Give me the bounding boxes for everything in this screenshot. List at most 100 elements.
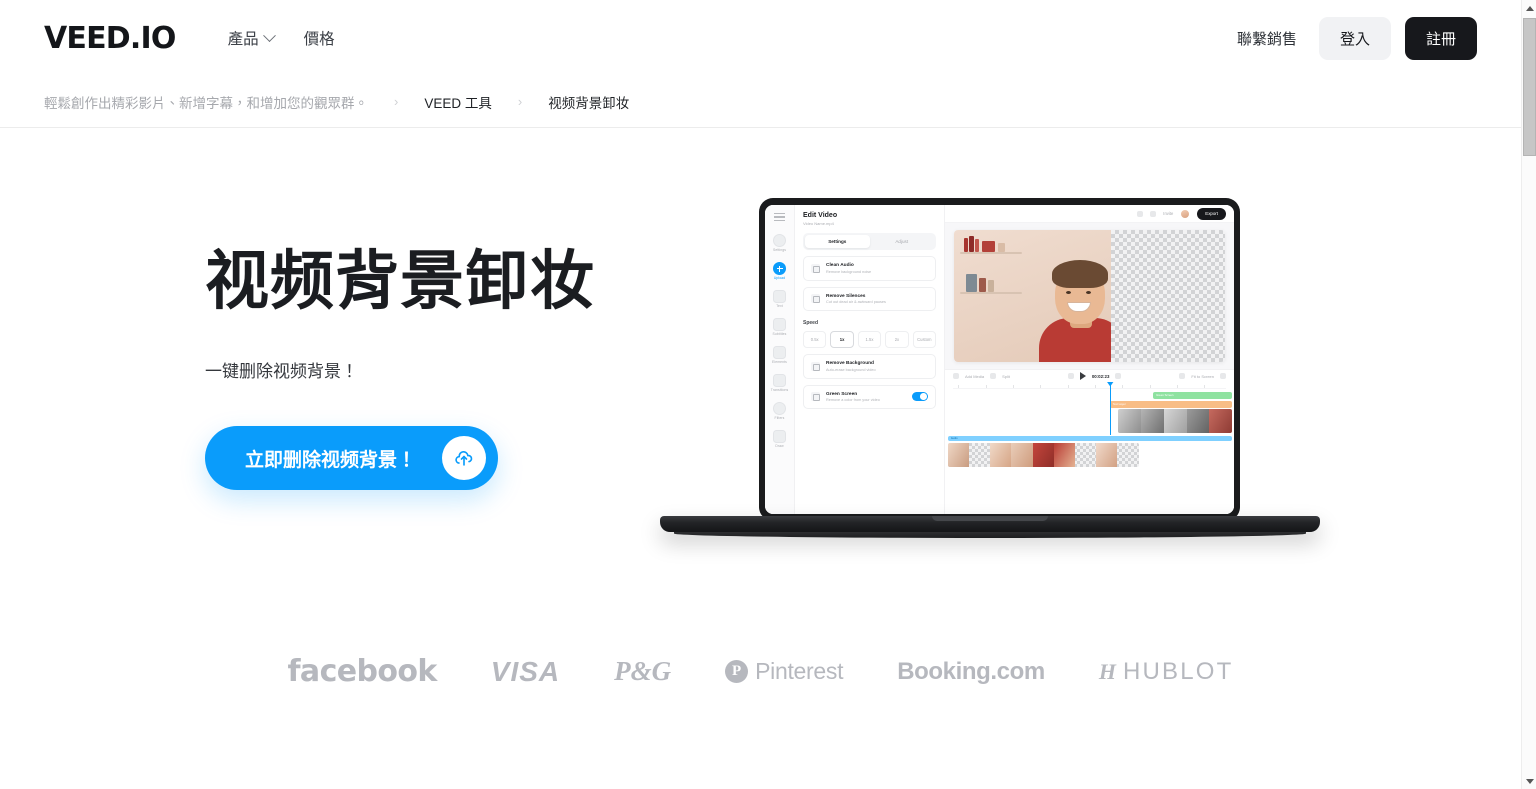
sidebar-label-upload: Upload	[773, 276, 786, 280]
veed-logo[interactable]: VEED.IO	[44, 21, 176, 56]
triangle-up-icon	[1525, 5, 1534, 11]
hero-subtitle: 一键删除视频背景！	[205, 362, 358, 382]
sidebar-label-filters: Filters	[774, 416, 785, 420]
timecode: 00:02:23	[1091, 373, 1110, 379]
speed-0.5x[interactable]: 0.5x	[803, 331, 827, 348]
pinterest-icon: P	[725, 660, 749, 683]
logo-pinterest-text: Pinterest	[755, 658, 844, 684]
play-icon[interactable]	[1079, 372, 1086, 380]
logo-pg-text: P&G	[614, 656, 672, 686]
page-title: 视频背景卸妆	[205, 245, 595, 319]
breadcrumb-tagline: 輕鬆創作出精彩影片、新增字幕，和增加您的觀眾群。	[44, 95, 368, 111]
breadcrumb-separator-2: ›	[517, 94, 523, 109]
logo-visa-text: VISA	[490, 655, 561, 687]
speed-1x[interactable]: 1x	[830, 331, 854, 348]
transitions-icon	[773, 374, 786, 387]
option-clean-audio[interactable]: Clean Audio Remove background noise	[803, 256, 936, 281]
scroll-down-arrow[interactable]	[1522, 773, 1536, 789]
logo-facebook-text: facebook	[287, 654, 437, 689]
nav-item-pricing[interactable]: 價格	[304, 27, 335, 49]
filters-icon	[773, 402, 786, 415]
cloud-upload-icon	[442, 436, 487, 481]
timeline-tracks[interactable]: Green Screen Text Layer Audio	[945, 382, 1234, 514]
person-icon	[811, 361, 820, 371]
nav-item-products[interactable]: 產品	[227, 27, 276, 49]
undo-icon[interactable]	[1137, 210, 1144, 217]
sidebar-label-elements: Elements	[772, 360, 787, 364]
green-screen-toggle[interactable]	[912, 392, 928, 402]
remove-background-cta-button[interactable]: 立即删除视频背景！	[205, 426, 499, 491]
timeline-filmstrip-top[interactable]	[1118, 408, 1232, 433]
editor-screenshot: Settings Upload Text Subtitles Elements …	[765, 205, 1234, 514]
prev-frame-icon[interactable]	[1067, 373, 1074, 379]
next-frame-icon[interactable]	[1115, 373, 1122, 379]
redo-icon[interactable]	[1150, 210, 1157, 217]
fit-to-screen-label[interactable]: Fit to Screen	[1191, 374, 1214, 379]
timeline-filmstrip-main[interactable]	[947, 442, 1139, 467]
elements-icon	[773, 346, 786, 359]
sidebar-item-subtitles[interactable]: Subtitles	[765, 314, 795, 340]
hublot-mark-icon: H	[1098, 658, 1116, 684]
option-green-screen-title: Green Screen	[826, 391, 858, 397]
volume-icon[interactable]	[1179, 373, 1186, 379]
option-remove-background[interactable]: Remove Background Auto-erase background …	[803, 354, 936, 379]
tab-adjust[interactable]: Adjust	[870, 235, 935, 248]
sidebar-item-settings[interactable]: Settings	[765, 230, 795, 256]
contact-sales-link[interactable]: 聯繫銷售	[1229, 28, 1305, 49]
sidebar-item-elements[interactable]: Elements	[765, 342, 795, 368]
invite-label[interactable]: Invite	[1163, 211, 1173, 216]
speed-section-label: Speed	[803, 320, 819, 326]
timeline-ruler[interactable]	[953, 383, 1226, 389]
scroll-up-arrow[interactable]	[1522, 0, 1536, 16]
page-scrollbar[interactable]	[1521, 0, 1536, 789]
timeline-audio-track[interactable]: Audio	[947, 435, 1232, 441]
sidebar-item-text[interactable]: Text	[765, 286, 795, 312]
site-header: VEED.IO 產品 價格 聯繫銷售 登入 註冊	[0, 0, 1521, 76]
timeline-clip-green[interactable]: Green Screen	[1153, 391, 1232, 399]
speed-1.5x[interactable]: 1.5x	[857, 331, 882, 348]
sidebar-item-upload[interactable]: Upload	[765, 258, 795, 284]
sidebar-item-transitions[interactable]: Transitions	[765, 370, 795, 396]
logo-booking: Booking.com	[897, 658, 1045, 686]
sidebar-item-draw[interactable]: Draw	[765, 426, 795, 452]
sidebar-item-filters[interactable]: Filters	[765, 398, 795, 424]
option-clean-audio-title: Clean Audio	[826, 263, 854, 268]
transparency-checkerboard	[1111, 230, 1225, 362]
waveform-icon	[811, 294, 820, 304]
export-label: Export	[1205, 211, 1218, 216]
playhead[interactable]	[1109, 382, 1111, 435]
upload-plus-icon	[773, 262, 786, 275]
speed-options: 0.5x 1x 1.5x 2x Custom	[803, 331, 937, 348]
menu-icon[interactable]	[774, 213, 785, 221]
speed-custom[interactable]: Custom	[912, 331, 937, 348]
triangle-down-icon	[1525, 778, 1534, 784]
signup-button[interactable]: 註冊	[1404, 16, 1477, 60]
timeline-clip-orange[interactable]: Text Layer	[1109, 400, 1232, 408]
main-nav: 產品 價格	[228, 27, 335, 49]
breadcrumb-tools-link[interactable]: VEED 工具	[424, 92, 492, 112]
add-media-label[interactable]: Add Media	[965, 374, 984, 379]
fullscreen-icon[interactable]	[1220, 373, 1227, 379]
panel-tabs: Settings Adjust	[803, 233, 936, 250]
editor-panel: Edit Video Video Name.mp4 Settings Adjus…	[795, 205, 945, 514]
sidebar-label-draw: Draw	[775, 444, 784, 448]
video-preview[interactable]	[954, 230, 1225, 362]
laptop-lid: Settings Upload Text Subtitles Elements …	[759, 198, 1240, 521]
login-button[interactable]: 登入	[1318, 16, 1391, 60]
add-media-icon[interactable]	[953, 373, 959, 379]
nav-label-products: 產品	[227, 31, 259, 48]
tab-settings[interactable]: Settings	[805, 235, 870, 248]
breadcrumb: 輕鬆創作出精彩影片、新增字幕，和增加您的觀眾群。 › VEED 工具 › 视频背…	[0, 76, 1521, 128]
hero-content: 视频背景卸妆 一键删除视频背景！ 立即删除视频背景！	[205, 245, 725, 491]
avatar[interactable]	[1180, 208, 1191, 219]
sidebar-label-subtitles: Subtitles	[772, 332, 787, 336]
speed-2x[interactable]: 2x	[885, 331, 909, 348]
option-remove-silences[interactable]: Remove Silences Cut out dead air & awkwa…	[803, 286, 936, 311]
export-button[interactable]: Export	[1197, 207, 1226, 220]
sidebar-label-settings: Settings	[772, 248, 787, 252]
split-icon[interactable]	[990, 373, 997, 379]
option-green-screen[interactable]: Green Screen Remove a color from your vi…	[803, 384, 936, 409]
scrollbar-thumb[interactable]	[1523, 18, 1536, 156]
option-remove-silences-desc: Cut out dead air & awkward pauses	[826, 300, 886, 304]
split-label[interactable]: Split	[1002, 374, 1010, 379]
